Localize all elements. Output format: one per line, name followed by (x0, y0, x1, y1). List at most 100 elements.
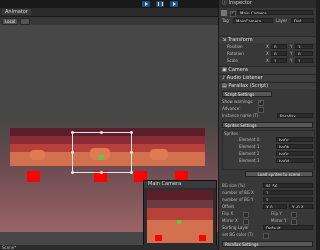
move-tool-icon[interactable] (20, 18, 30, 25)
scale-label: Scale (227, 58, 238, 63)
play-button[interactable] (142, 1, 150, 7)
scene-view[interactable]: Animator Local Main Camera Scene* (0, 8, 220, 250)
resize-handle[interactable] (71, 151, 74, 154)
rotation-label: Rotation (227, 51, 244, 56)
sorting-layer-dropdown[interactable]: Default (263, 225, 313, 230)
audio-listener-header[interactable]: ♪ Audio Listener (219, 74, 316, 81)
set-bg-color-checkbox[interactable] (263, 233, 269, 239)
offset-x-field[interactable]: X 0 (263, 204, 287, 209)
tag-dropdown[interactable]: MainCamera (233, 18, 273, 23)
rotation-y-field[interactable]: 0 (295, 51, 313, 56)
flip-x-checkbox[interactable] (243, 212, 249, 218)
tab-inspector[interactable]: Inspector (229, 0, 252, 6)
position-y-field[interactable]: 3 (295, 44, 313, 49)
camera-preview-view (147, 190, 213, 243)
inspector-tab-bar: ⓘ Inspector (219, 0, 316, 8)
parallax-script-header[interactable]: ▤ Parallax (Script) (219, 82, 316, 89)
tool-mode-dropdown[interactable]: Local (2, 18, 19, 25)
camera-component-header[interactable]: ▣ Camera (219, 66, 316, 73)
audio-listener-title: Audio Listener (226, 75, 263, 81)
axis-y-label: Y (290, 58, 293, 63)
resize-handle[interactable] (71, 131, 74, 134)
resize-handle[interactable] (100, 171, 103, 174)
show-warnings-checkbox[interactable] (258, 99, 264, 106)
resize-handle[interactable] (100, 131, 103, 134)
tab-animator[interactable]: Animator (2, 9, 31, 15)
sprite-element-field[interactable]: bg0b (276, 144, 313, 149)
resize-handle[interactable] (130, 151, 133, 154)
pause-button[interactable] (156, 1, 164, 7)
hill-shape (150, 149, 168, 160)
flip-x-label: Flip X (222, 211, 234, 216)
script-settings-button[interactable]: Script Settings (222, 91, 272, 97)
scene-toolbar: Local (0, 17, 218, 25)
layer-dropdown[interactable]: Def (291, 18, 314, 23)
sprites-title: Sprites (224, 131, 238, 136)
tag-label: Tag (222, 18, 229, 23)
advance-checkbox[interactable] (258, 107, 264, 113)
load-sprites-button[interactable]: Load sprites to scene (245, 171, 313, 177)
show-warnings-label: Show warnings: (222, 99, 254, 104)
bg-size-label: BG size (%) (222, 183, 245, 188)
step-button[interactable] (170, 1, 178, 7)
background-layer (147, 190, 213, 200)
sprites-section (222, 130, 315, 170)
mirror-x-label: Mirror X (222, 218, 238, 223)
position-x-field[interactable]: 0 (271, 44, 287, 49)
axis-y-label: Y (290, 51, 293, 56)
scale-y-field[interactable]: 1 (295, 58, 313, 63)
parallax-settings-button[interactable]: Parallax Settings (222, 241, 313, 247)
rotation-x-field[interactable]: 0 (271, 51, 287, 56)
axis-y-label: Y (290, 44, 293, 49)
sprite-element-field[interactable]: bg0c (276, 151, 313, 156)
resize-handle[interactable] (130, 131, 133, 134)
object-name-field[interactable]: Main Camera (237, 10, 313, 15)
bg-count-y-label: number of BG Y (222, 197, 254, 202)
layer-label: Layer (276, 18, 288, 23)
play-icon (144, 2, 148, 6)
sprite-element-label: Element 3 (239, 158, 260, 163)
bg-count-x-field[interactable]: 1 (263, 190, 313, 195)
sprite-element-field[interactable]: bg0c (276, 137, 313, 142)
bg-size-field[interactable]: 91.56 (263, 183, 313, 188)
axis-x-label: X (266, 51, 269, 56)
scale-x-field[interactable]: 1 (271, 58, 287, 63)
position-label: Position (227, 44, 243, 49)
camera-selection-box[interactable] (72, 132, 132, 173)
sprite-element-label: Element 2 (239, 151, 260, 156)
bg-count-x-label: number of BG X (222, 190, 254, 195)
player-sprite (177, 220, 181, 224)
sprite-element-field[interactable]: bg0d (276, 158, 313, 163)
bg-count-y-field[interactable]: 1 (263, 197, 313, 202)
resize-handle[interactable] (130, 171, 133, 174)
axis-x-label: X (266, 58, 269, 63)
transform-header[interactable]: ⇲ Transform (219, 36, 316, 43)
active-checkbox[interactable] (230, 10, 236, 17)
flip-y-label: Flip Y (271, 211, 282, 216)
camera-preview: Main Camera (143, 180, 217, 246)
sprites-settings-button[interactable]: Sprites Settings (222, 122, 313, 128)
transform-title: Transform (227, 37, 253, 43)
sprite-element-label: Element 0 (239, 137, 260, 142)
red-block (155, 235, 162, 241)
step-icon (172, 2, 176, 6)
offset-y-field[interactable]: Y -0.4 (289, 204, 313, 209)
mirror-y-label: Mirror Y (271, 218, 287, 223)
pause-icon (157, 2, 163, 6)
flip-y-checkbox[interactable] (291, 212, 297, 218)
axis-x-label: X (266, 44, 269, 49)
red-block (27, 171, 40, 182)
camera-preview-title: Main Camera (144, 181, 216, 188)
instance-name-label: Instance name (T) (222, 113, 259, 118)
resize-handle[interactable] (71, 171, 74, 174)
gameobject-icon (221, 10, 227, 16)
sprite-element-label: Element 1 (239, 144, 260, 149)
set-bg-color-label: set BG color (T) (222, 232, 254, 237)
red-block (199, 235, 206, 241)
offset-label: Offset (222, 204, 235, 209)
parallax-script-title: Parallax (Script) (228, 83, 269, 89)
inspector-icon: ⓘ (222, 0, 229, 6)
instance-name-field[interactable]: Parallax (277, 113, 313, 118)
hill-shape (30, 150, 45, 160)
scene-footer: Scene* (0, 245, 220, 250)
